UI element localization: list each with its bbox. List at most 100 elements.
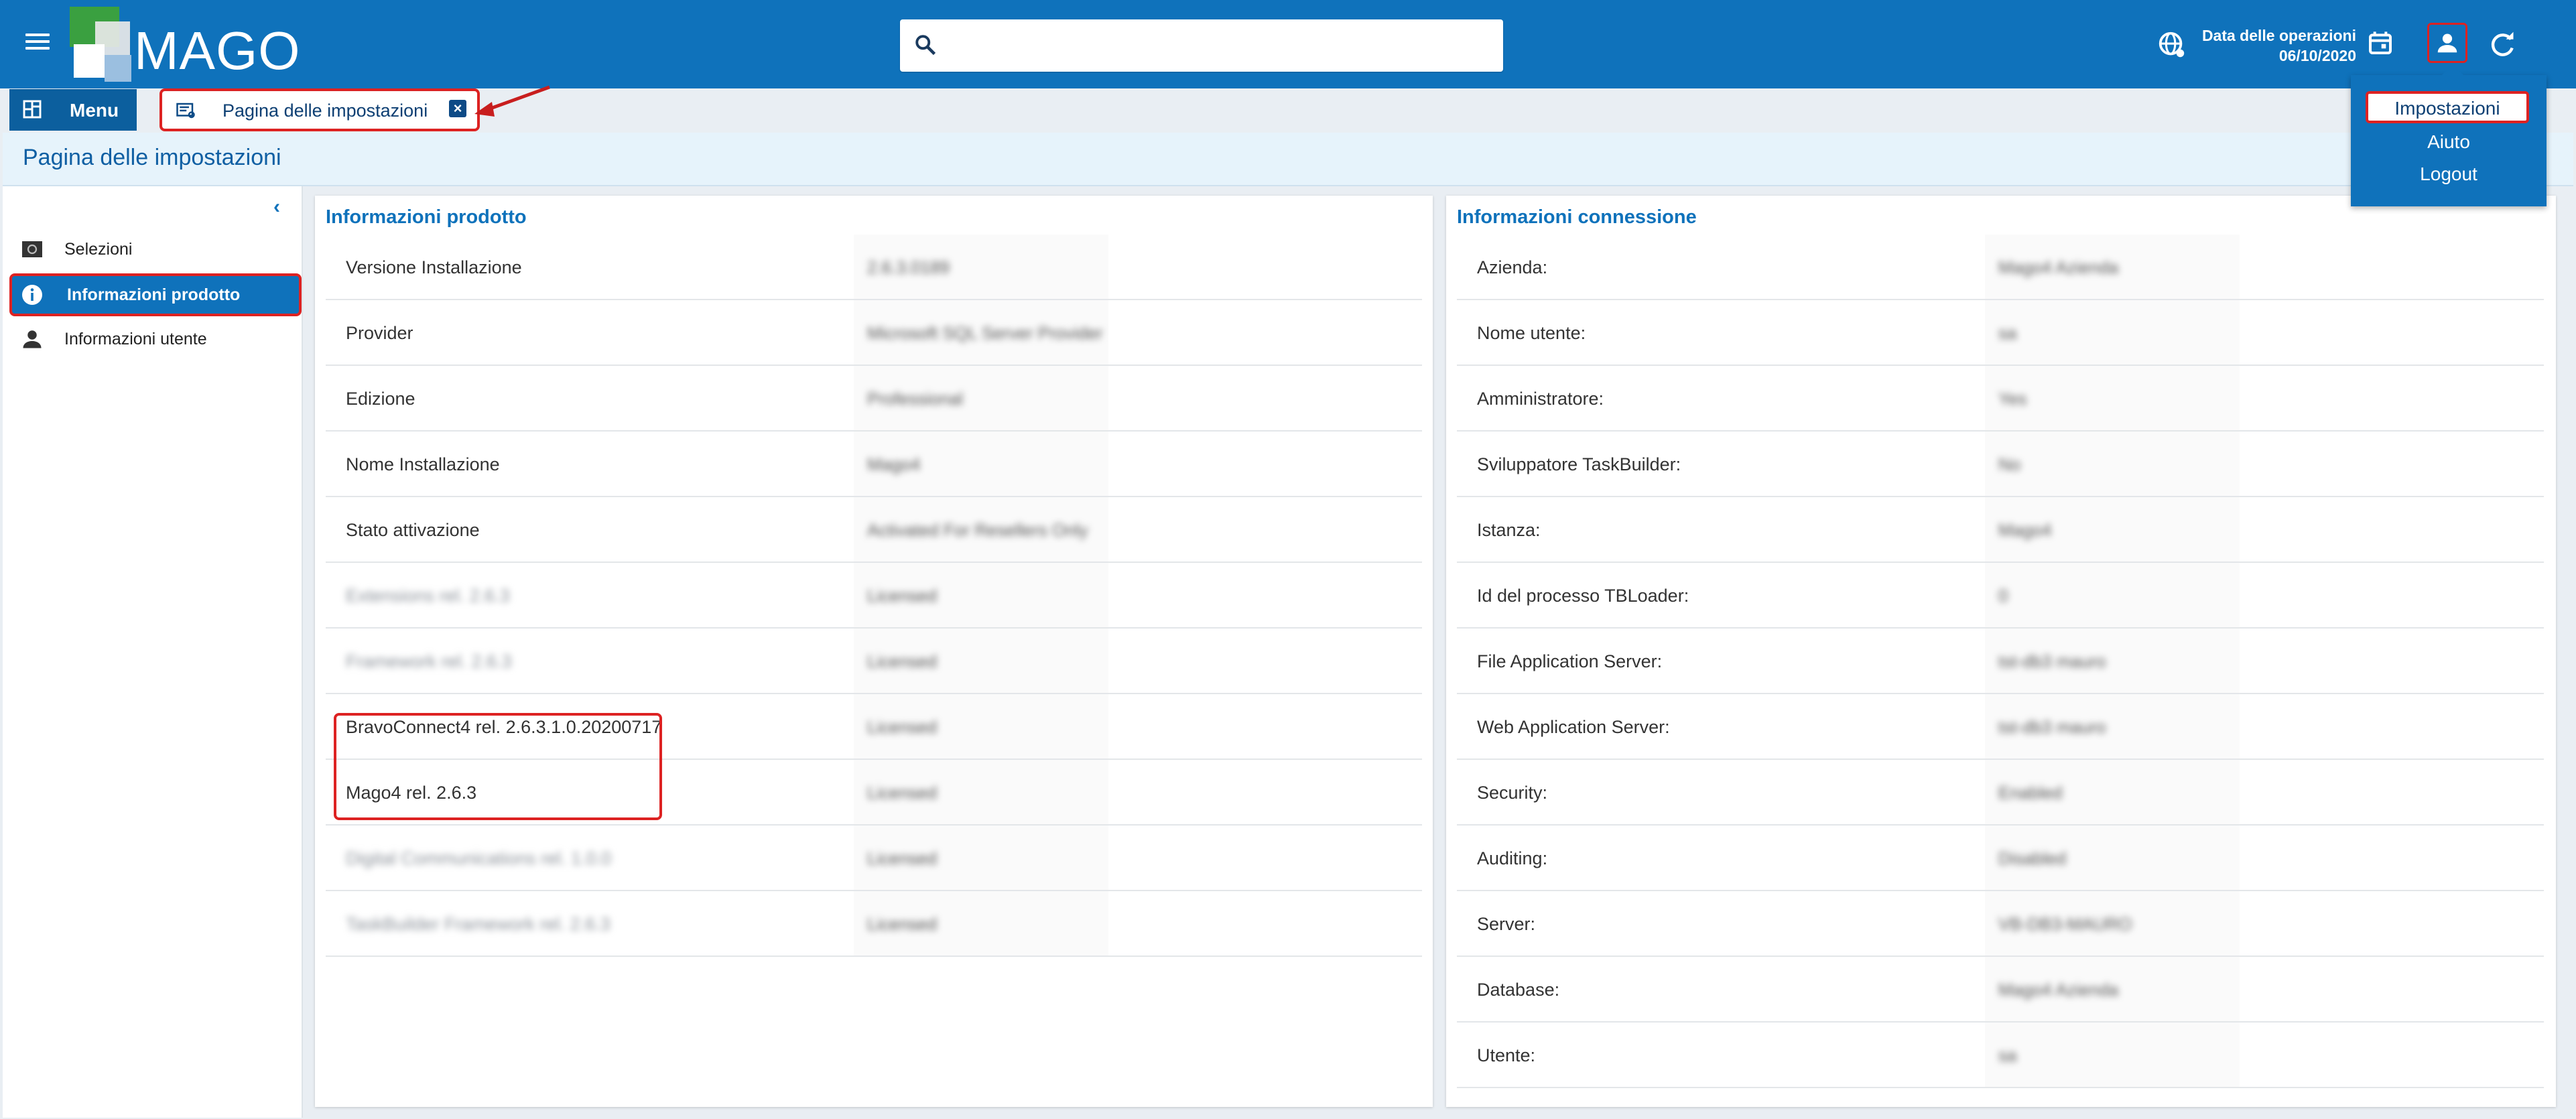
info-row: Edizione Professional (326, 366, 1422, 432)
row-value: Licensed (867, 783, 938, 803)
row-value: Disabled (1998, 848, 2067, 868)
tab-settings-page[interactable]: Pagina delle impostazioni × (159, 88, 480, 131)
row-value: Licensed (867, 914, 938, 934)
sidebar-item-label: Selezioni (64, 240, 133, 259)
row-key: Database: (1477, 980, 1560, 1000)
search-box[interactable] (900, 19, 1503, 72)
annotation-arrow-icon (474, 85, 550, 117)
row-value: Licensed (867, 586, 938, 606)
menu-item-aiuto[interactable]: Aiuto (2351, 131, 2547, 153)
row-key: Server: (1477, 914, 1536, 934)
info-row: Istanza: Mago4 (1457, 497, 2544, 563)
row-value: 2.6.3.0189 (867, 257, 950, 277)
row-value: 0 (1998, 586, 2008, 606)
row-value: Microsoft SQL Server Provider (867, 323, 1103, 343)
info-row: Sviluppatore TaskBuilder: No (1457, 432, 2544, 497)
row-value: sa (1998, 1045, 2017, 1065)
row-key: Utente: (1477, 1045, 1536, 1065)
globe-settings-icon[interactable] (2156, 29, 2187, 60)
settings-page: MAGO Data delle operazioni 06/10/2020 Me… (0, 0, 2576, 1119)
sidebar-item-label: Informazioni prodotto (67, 285, 241, 304)
selection-icon (22, 241, 42, 257)
row-value: VB-DB3-MAURO (1998, 914, 2132, 934)
collapse-sidebar-icon[interactable]: ‹ (273, 196, 280, 218)
user-dropdown-menu: Impostazioni Aiuto Logout (2351, 64, 2547, 206)
row-value: Mago4 (1998, 520, 2052, 540)
page-title: Pagina delle impostazioni (23, 145, 281, 170)
info-row: TaskBuilder Framework rel. 2.6.3 Licensed (326, 891, 1422, 957)
hamburger-menu-icon[interactable] (25, 29, 50, 54)
row-key: Azienda: (1477, 257, 1548, 277)
menu-label: Menu (70, 100, 119, 121)
mago-logo: MAGO (70, 7, 300, 82)
row-key: Stato attivazione (346, 520, 480, 540)
op-date-value: 06/10/2020 (2278, 47, 2356, 64)
row-key: Digital Communications rel. 1.0.0 (346, 848, 612, 868)
refresh-icon[interactable] (2488, 29, 2517, 59)
settings-page-icon (176, 103, 195, 119)
op-date-label: Data delle operazioni (2201, 27, 2356, 44)
row-key: Versione Installazione (346, 257, 522, 277)
info-row: Extensions rel. 2.6.3 Licensed (326, 563, 1422, 629)
row-value: Mago4 Azienda (1998, 980, 2119, 1000)
annotation-highlight-box (334, 713, 662, 820)
row-key: TaskBuilder Framework rel. 2.6.3 (346, 914, 610, 934)
search-input[interactable] (951, 27, 1490, 64)
menu-item-logout[interactable]: Logout (2351, 163, 2547, 185)
row-value: Yes (1998, 389, 2027, 409)
sidebar-item-informazioni-utente[interactable]: Informazioni utente (9, 318, 302, 360)
row-key: Amministratore: (1477, 389, 1604, 409)
top-bar: MAGO Data delle operazioni 06/10/2020 Me… (0, 0, 2576, 131)
sidebar: ‹ Selezioni Informazioni prodotto Inform… (3, 186, 303, 1118)
sidebar-item-selezioni[interactable]: Selezioni (9, 228, 302, 271)
menu-item-impostazioni[interactable]: Impostazioni (2366, 91, 2529, 123)
row-value: Mago4 Azienda (1998, 257, 2119, 277)
row-key: Auditing: (1477, 848, 1548, 868)
row-key: File Application Server: (1477, 651, 1663, 671)
info-row: Digital Communications rel. 1.0.0 License… (326, 826, 1422, 891)
row-value: Licensed (867, 848, 938, 868)
logo-text: MAGO (134, 21, 301, 80)
close-tab-icon[interactable]: × (449, 100, 466, 117)
info-row: Amministratore: Yes (1457, 366, 2544, 432)
user-menu-button[interactable] (2427, 23, 2467, 63)
info-row: Utente: sa (1457, 1023, 2544, 1088)
info-row: Framework rel. 2.6.3 Licensed (326, 629, 1422, 694)
product-info-panel: Informazioni prodotto Versione Installaz… (315, 196, 1433, 1107)
row-key: Security: (1477, 783, 1548, 803)
info-row: Nome Installazione Mago4 (326, 432, 1422, 497)
row-key: Extensions rel. 2.6.3 (346, 586, 510, 606)
row-value: Licensed (867, 717, 938, 737)
dashboard-icon (23, 100, 42, 119)
calendar-icon[interactable] (2367, 29, 2394, 56)
info-row: Provider Microsoft SQL Server Provider (326, 300, 1422, 366)
row-value: Professional (867, 389, 964, 409)
row-value: Activated For Resellers Only (867, 520, 1088, 540)
menu-button[interactable]: Menu (9, 89, 137, 131)
sidebar-item-informazioni-prodotto[interactable]: Informazioni prodotto (9, 273, 302, 316)
user-icon (2437, 34, 2457, 53)
row-key: Sviluppatore TaskBuilder: (1477, 454, 1681, 474)
row-key: Provider (346, 323, 413, 343)
row-key: Id del processo TBLoader: (1477, 586, 1689, 606)
row-value: No (1998, 454, 2021, 474)
row-value: tst-db3 mauro (1998, 651, 2106, 671)
info-row: Nome utente: sa (1457, 300, 2544, 366)
info-row: File Application Server: tst-db3 mauro (1457, 629, 2544, 694)
tab-label: Pagina delle impostazioni (222, 101, 428, 121)
info-icon (22, 285, 42, 305)
info-row: Id del processo TBLoader: 0 (1457, 563, 2544, 629)
operation-date: Data delle operazioni 06/10/2020 (2198, 25, 2356, 66)
info-row: Auditing: Disabled (1457, 826, 2544, 891)
row-key: Nome Installazione (346, 454, 500, 474)
row-key: Framework rel. 2.6.3 (346, 651, 512, 671)
panel-title: Informazioni prodotto (326, 206, 527, 228)
sidebar-item-label: Informazioni utente (64, 330, 207, 348)
row-key: Edizione (346, 389, 415, 409)
connection-info-panel: Informazioni connessione Azienda: Mago4 A… (1446, 196, 2556, 1107)
row-value: Mago4 (867, 454, 921, 474)
row-key: Istanza: (1477, 520, 1541, 540)
page-header: Pagina delle impostazioni (3, 133, 2573, 186)
search-icon (915, 35, 936, 56)
row-key: Web Application Server: (1477, 717, 1670, 737)
